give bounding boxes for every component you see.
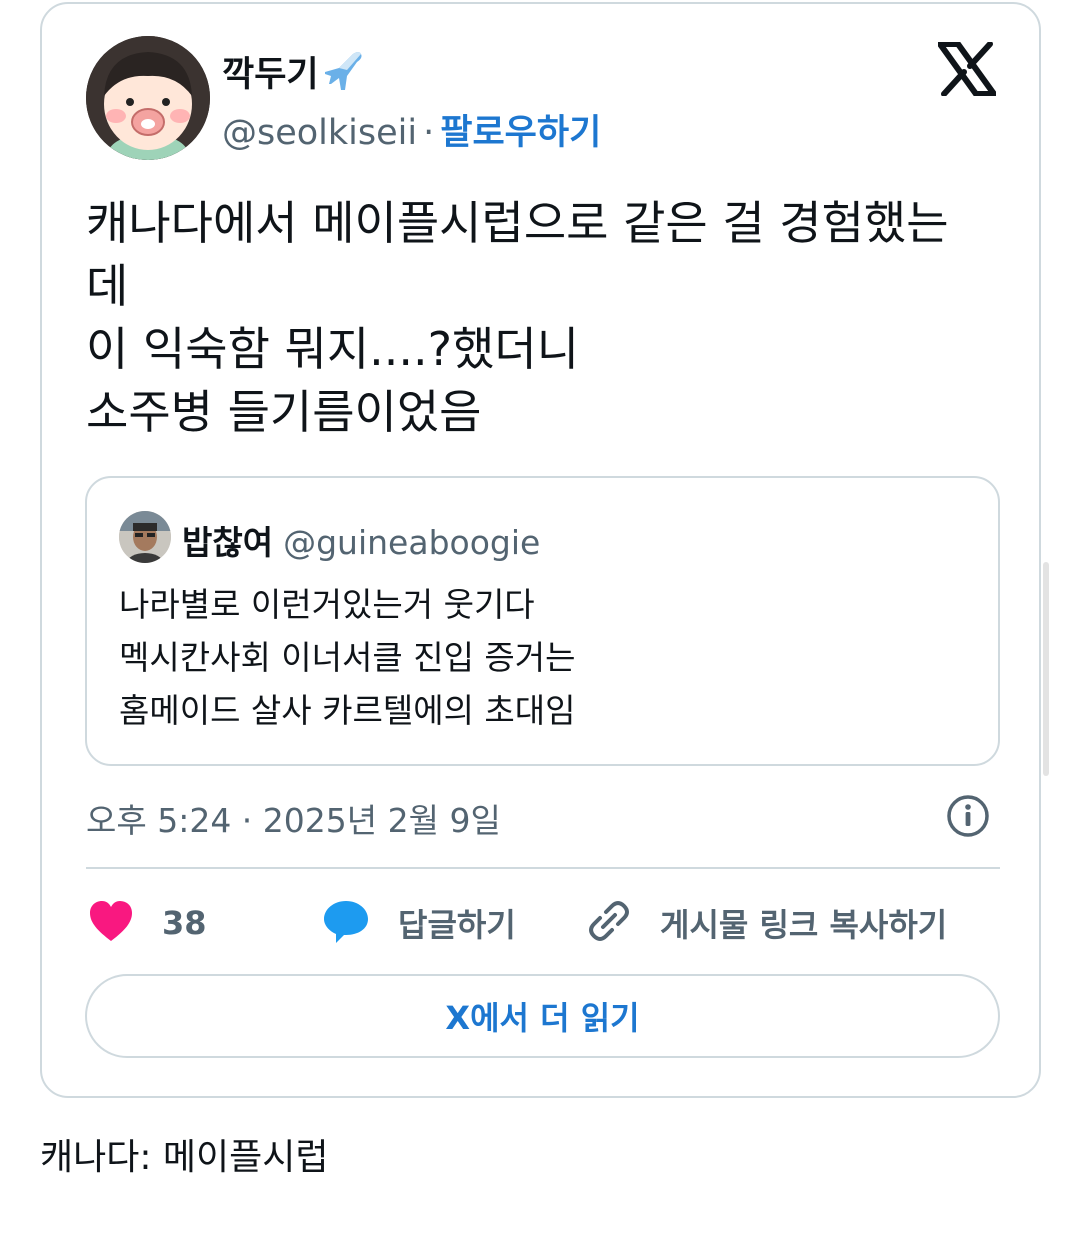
author-display-name[interactable]: 깍두기: [222, 46, 367, 101]
heart-icon: [88, 899, 134, 947]
follow-button[interactable]: 팔로우하기: [440, 113, 601, 153]
tweet-timestamp[interactable]: 오후 5:24 · 2025년 2월 9일: [86, 794, 501, 842]
read-more-on-x-button[interactable]: X에서 더 읽기: [85, 974, 1000, 1058]
action-bar: 38 답글하기 게시물 링크 복사하기: [86, 897, 1000, 949]
reply-bubble-icon: [322, 897, 370, 949]
reply-button[interactable]: 답글하기: [322, 897, 516, 949]
post-caption: 캐나다: 메이플시럽: [40, 1137, 329, 1178]
like-count: 38: [162, 904, 207, 942]
scrollbar[interactable]: [1043, 562, 1049, 776]
quoted-author-avatar: [119, 511, 171, 563]
display-name-text: 깍두기: [222, 55, 319, 95]
quoted-handle: @guineaboogie: [283, 523, 541, 562]
info-icon[interactable]: [946, 794, 990, 838]
author-avatar[interactable]: [86, 36, 210, 160]
quoted-display-name: 밥찮여: [182, 523, 274, 562]
airplane-emoji-icon: [321, 50, 367, 101]
reply-label: 답글하기: [398, 906, 516, 944]
copy-link-label: 게시물 링크 복사하기: [660, 906, 948, 944]
link-icon: [586, 898, 632, 948]
separator-dot: ·: [423, 113, 435, 153]
quoted-tweet[interactable]: 밥찮여 @guineaboogie 나라별로 이런거있는거 웃기다 멕시칸사회 이…: [85, 476, 1000, 766]
author-handle[interactable]: @seolkiseii: [222, 113, 417, 153]
x-logo-icon[interactable]: [937, 41, 997, 97]
like-button[interactable]: 38: [88, 897, 207, 949]
author-handle-row: @seolkiseii · 팔로우하기: [222, 104, 601, 155]
copy-link-button[interactable]: 게시물 링크 복사하기: [586, 897, 947, 949]
quoted-tweet-text: 나라별로 이런거있는거 웃기다 멕시칸사회 이너서클 진입 증거는 홈메이드 살…: [119, 585, 576, 730]
tweet-body-text: 캐나다에서 메이플시럽으로 같은 걸 경험했는 데 이 익숙함 뭐지....?했…: [86, 196, 949, 439]
tweet-embed-card: 깍두기 @seolkiseii · 팔로우하기 캐나다에서 메이플시럽으로 같은 걸…: [40, 2, 1041, 1098]
divider: [86, 867, 1000, 869]
quoted-author-row: 밥찮여 @guineaboogie: [182, 516, 540, 564]
